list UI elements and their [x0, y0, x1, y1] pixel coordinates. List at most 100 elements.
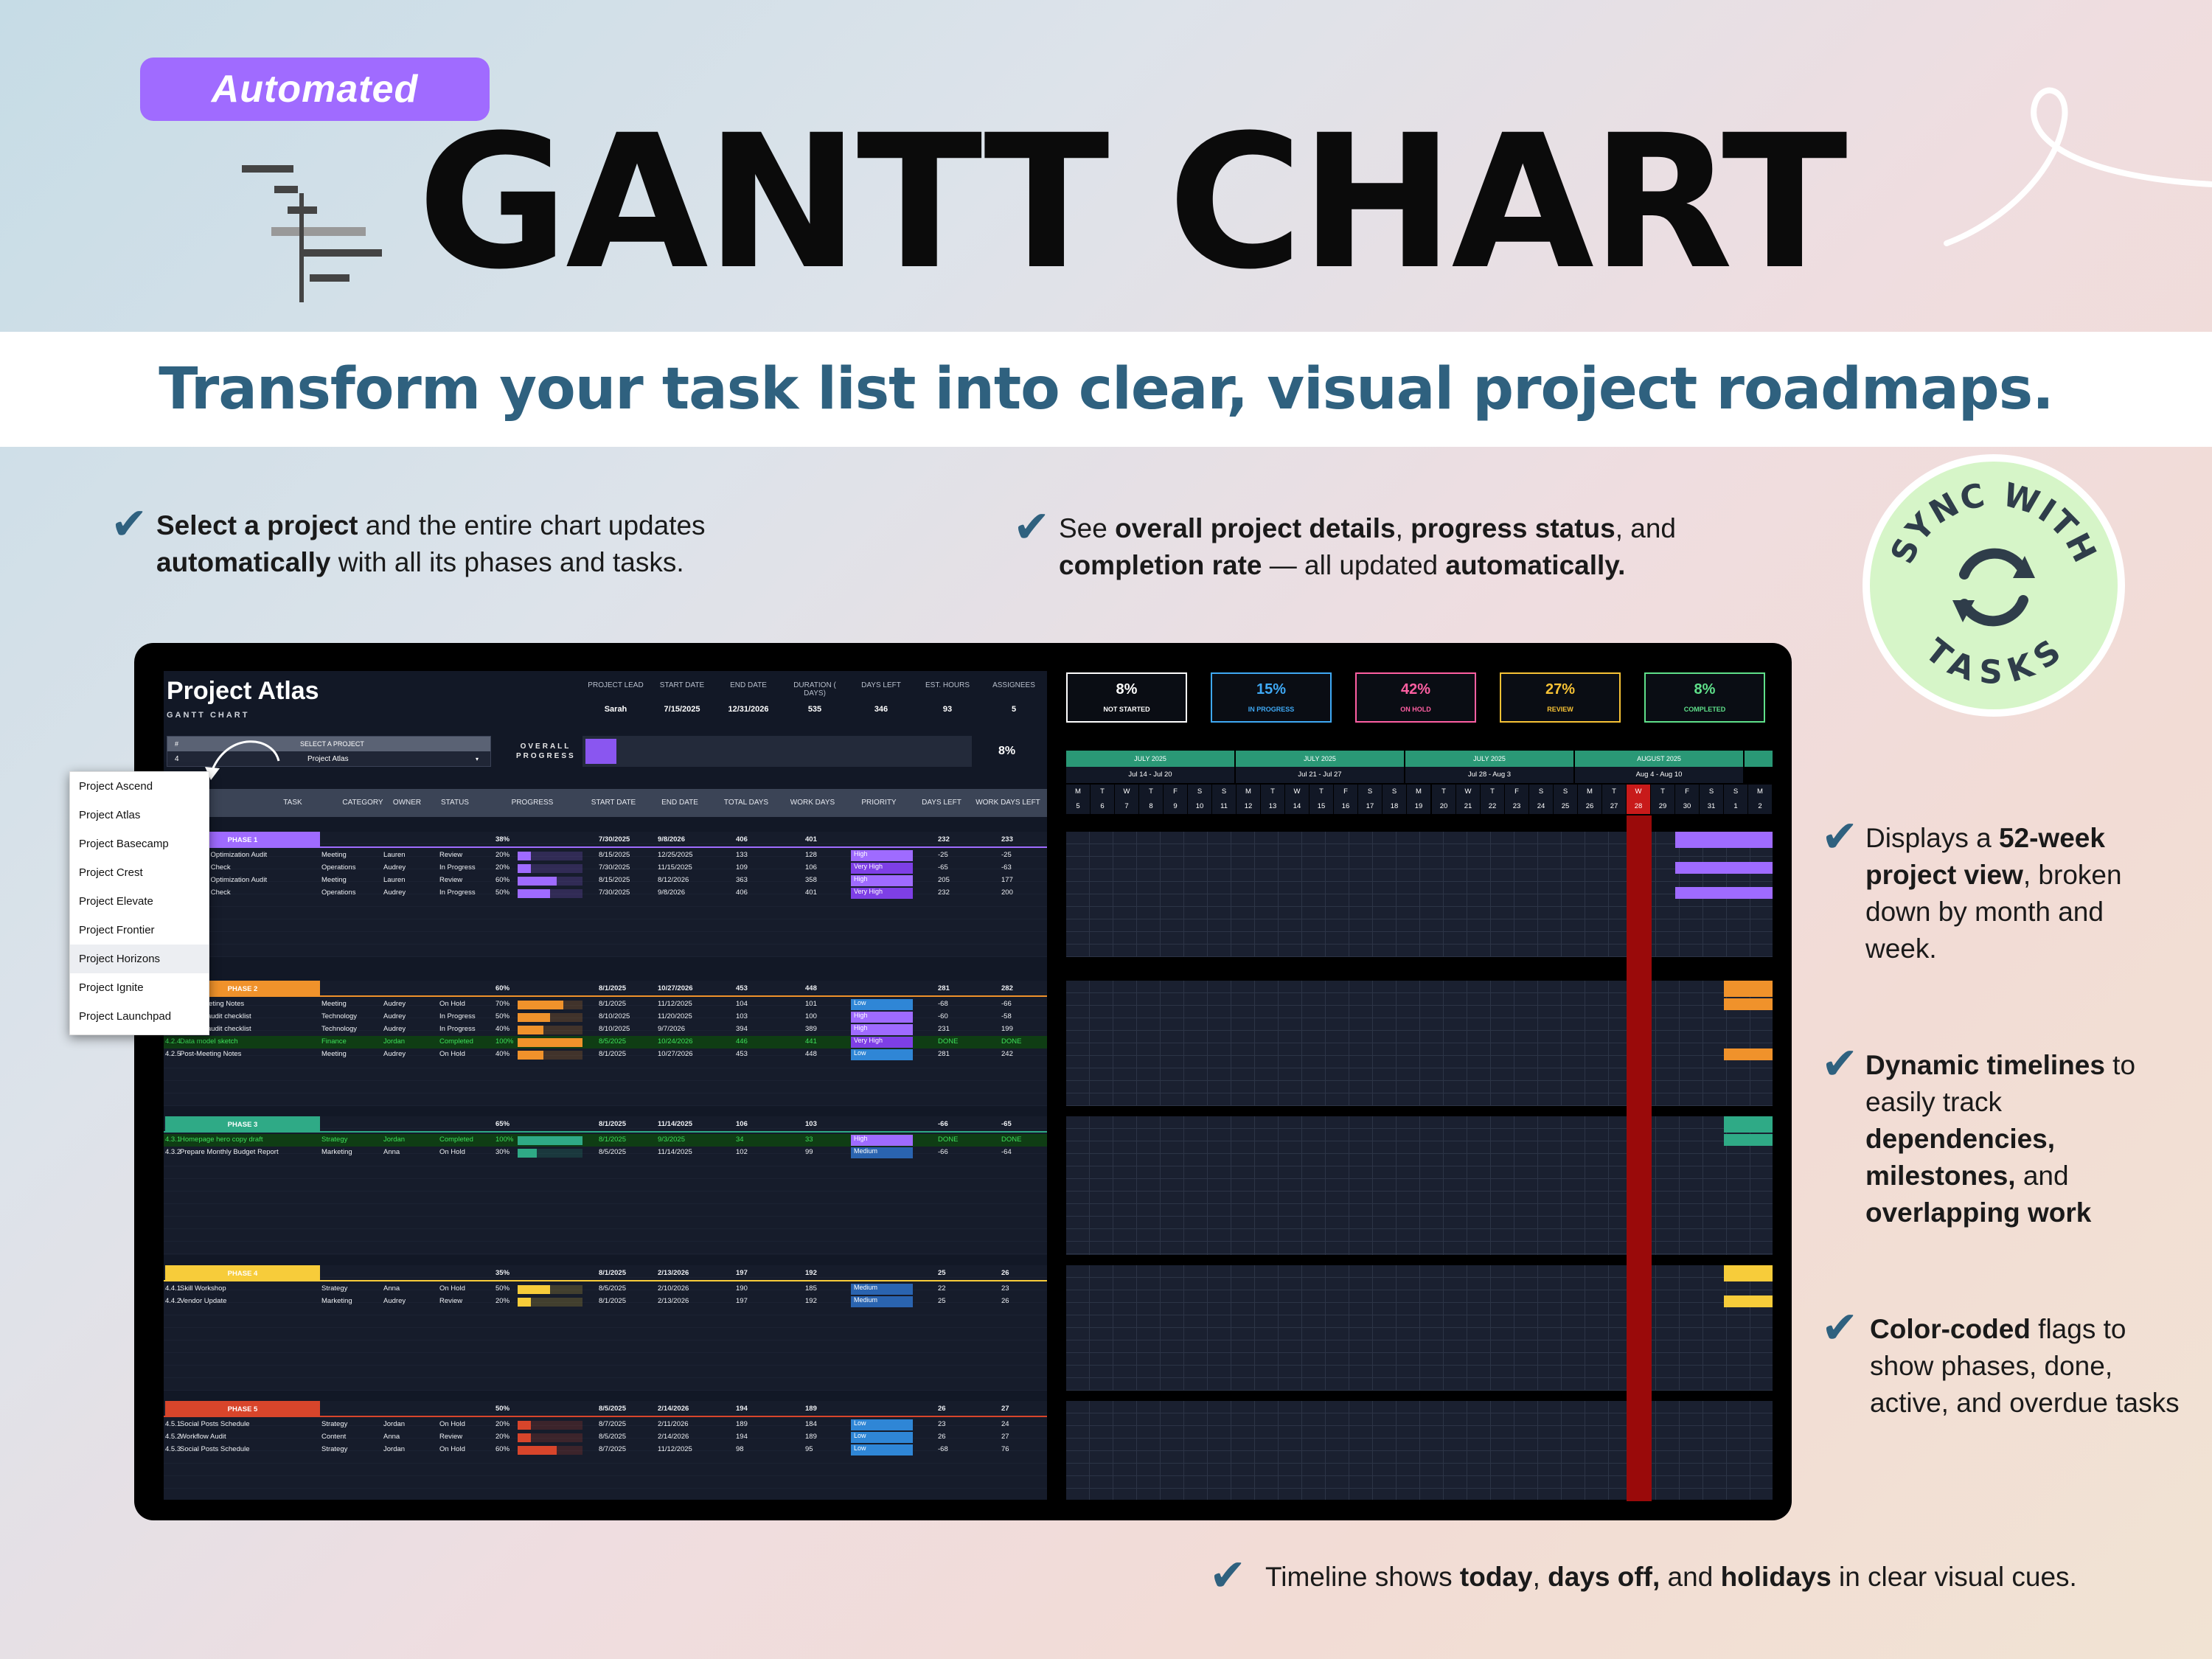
task-status: On Hold	[439, 1445, 465, 1453]
dropdown-arrow-icon[interactable]: ▾	[476, 756, 490, 762]
task-start: 8/15/2025	[599, 851, 630, 859]
phase-total: 106	[736, 1120, 748, 1128]
task-row[interactable]: 4.2.2Security audit checklistTechnologyA…	[164, 1011, 1047, 1023]
phase-tag: PHASE 3	[165, 1116, 320, 1133]
task-bar[interactable]	[1724, 998, 1773, 1010]
task-total: 190	[736, 1284, 748, 1293]
task-progress-bar	[518, 877, 582, 886]
timeline-day-number: 14	[1285, 799, 1309, 814]
timeline-day-letter: T	[1261, 785, 1284, 799]
timeline-day-letter: M	[1578, 785, 1601, 799]
task-task: Social Posts Schedule	[180, 1420, 250, 1428]
task-start: 8/5/2025	[599, 1037, 626, 1046]
dropdown-item[interactable]: Project Crest	[70, 858, 209, 887]
task-progress-pct: 30%	[495, 1148, 510, 1156]
task-row[interactable]: 4.5.2 Workflow Audit Content Anna Review 8/5/…	[164, 1431, 1047, 1444]
task-total: 98	[736, 1445, 744, 1453]
dropdown-item[interactable]: Project Ignite	[70, 973, 209, 1002]
phase-left: 26	[938, 1405, 946, 1413]
dropdown-item[interactable]: Project Horizons	[70, 945, 209, 973]
phase-end: 10/27/2026	[658, 984, 693, 992]
task-priority: High	[851, 850, 913, 861]
status-stat-box: 42% ON HOLD	[1355, 672, 1476, 723]
project-dropdown-menu[interactable]: Project Ascend Project Atlas Project Basec…	[69, 771, 209, 1035]
task-end: 9/8/2026	[658, 888, 685, 897]
dropdown-item[interactable]: Project Atlas	[70, 801, 209, 830]
task-owner: Audrey	[383, 1050, 406, 1058]
task-row[interactable]: 4.4.2 Vendor Update Marketing Audrey Review 8…	[164, 1295, 1047, 1308]
task-priority: High	[851, 1012, 913, 1023]
timeline-day-letter: W	[1285, 785, 1309, 799]
task-wleft: 24	[1001, 1420, 1009, 1428]
timeline-grid	[1066, 981, 1773, 1106]
dropdown-item[interactable]: Project Elevate	[70, 887, 209, 916]
task-row[interactable]: 4.1.1Workflow Optimization AuditMeetingL…	[164, 849, 1047, 862]
task-wleft: -25	[1001, 851, 1012, 859]
task-progress-pct: 100%	[495, 1037, 514, 1046]
task-row[interactable]: 4.2.5 Post-Meeting Notes Meeting Audrey On H…	[164, 1048, 1047, 1061]
timeline-day-number: 30	[1675, 799, 1699, 814]
task-priority: Medium	[851, 1296, 913, 1307]
overdue-flag	[916, 862, 1047, 874]
task-priority: High	[851, 1024, 913, 1035]
task-status: Review	[439, 1297, 463, 1305]
task-progress-bar	[518, 889, 582, 898]
task-row[interactable]: 4.2.3Security audit checklistTechnologyA…	[164, 1023, 1047, 1036]
overall-progress-fill	[585, 739, 616, 764]
task-row[interactable]: 4.3.1 Homepage hero copy draft Strategy Jor…	[164, 1134, 1047, 1147]
timeline-month: JULY 2025	[1405, 751, 1573, 767]
task-id: 4.4.2	[165, 1297, 181, 1305]
timeline-day-letter: M	[1407, 785, 1430, 799]
timeline-day-number: 21	[1456, 799, 1480, 814]
task-priority: Very High	[851, 1037, 913, 1048]
dropdown-item[interactable]: Project Basecamp	[70, 830, 209, 858]
overdue-flag	[916, 998, 1047, 1011]
task-row[interactable]: 4.5.3 Social Posts Schedule Strategy Jordan…	[164, 1444, 1047, 1456]
task-start: 7/30/2025	[599, 888, 630, 897]
task-owner: Anna	[383, 1433, 400, 1441]
timeline-day-number: 23	[1505, 799, 1528, 814]
task-id: 4.3.1	[165, 1135, 181, 1144]
timeline-day-number: 20	[1432, 799, 1455, 814]
phase-row: PHASE 1 38% 7/30/2025 9/8/2026 406 401 232 233	[164, 832, 1047, 848]
dropdown-item[interactable]: Project Launchpad	[70, 1002, 209, 1031]
task-row[interactable]: 4.4.1 Skill Workshop Strategy Anna On Hold 8/…	[164, 1283, 1047, 1295]
task-bar[interactable]	[1724, 1048, 1773, 1060]
task-row[interactable]: 4.1.3Workflow Optimization AuditMeetingL…	[164, 874, 1047, 887]
task-left: 231	[938, 1025, 950, 1033]
task-end: 2/14/2026	[658, 1433, 689, 1441]
status-stat-box: 15% IN PROGRESS	[1211, 672, 1332, 723]
task-end: 11/12/2025	[658, 1000, 692, 1008]
task-row[interactable]: 4.3.2 Prepare Monthly Budget Report Market…	[164, 1147, 1047, 1159]
task-row[interactable]: 4.2.4 Data model sketch Finance Jordan Compl…	[164, 1036, 1047, 1048]
timeline-day-letter: S	[1212, 785, 1236, 799]
task-row[interactable]: 4.2.1Team Meeting NotesMeetingAudreyOn H…	[164, 998, 1047, 1011]
task-wleft: 23	[1001, 1284, 1009, 1293]
task-row[interactable]: 4.1.2Inventory CheckOperationsAudreyIn P…	[164, 862, 1047, 874]
curved-arrow-icon	[205, 740, 280, 780]
task-left: -66	[938, 1148, 948, 1156]
task-priority: High	[851, 875, 913, 886]
column-header: CATEGORY	[342, 799, 383, 807]
project-name: Project Atlas	[167, 677, 319, 705]
phase-total: 406	[736, 835, 748, 844]
dropdown-item[interactable]: Project Frontier	[70, 916, 209, 945]
task-task: Skill Workshop	[180, 1284, 226, 1293]
task-work: 401	[805, 888, 817, 897]
overdue-flag	[916, 1011, 1047, 1023]
task-bar[interactable]	[1724, 1134, 1773, 1146]
task-row[interactable]: 4.5.1 Social Posts Schedule Strategy Jordan…	[164, 1419, 1047, 1431]
task-status: Review	[439, 1433, 463, 1441]
timeline-grid	[1066, 1116, 1773, 1255]
timeline-day-letter: T	[1481, 785, 1504, 799]
task-bar[interactable]	[1724, 1295, 1773, 1307]
column-header: STATUS	[441, 799, 469, 807]
task-row[interactable]: 4.1.4Inventory CheckOperationsAudreyIn P…	[164, 887, 1047, 900]
task-left: 205	[938, 876, 950, 884]
dropdown-item[interactable]: Project Ascend	[70, 772, 209, 801]
task-start: 8/7/2025	[599, 1445, 626, 1453]
task-progress-fill	[518, 1051, 543, 1060]
task-bar[interactable]	[1675, 887, 1773, 899]
task-bar[interactable]	[1675, 862, 1773, 874]
feature-dynamic-timelines: Dynamic timelines to easily track depend…	[1865, 1050, 2136, 1228]
